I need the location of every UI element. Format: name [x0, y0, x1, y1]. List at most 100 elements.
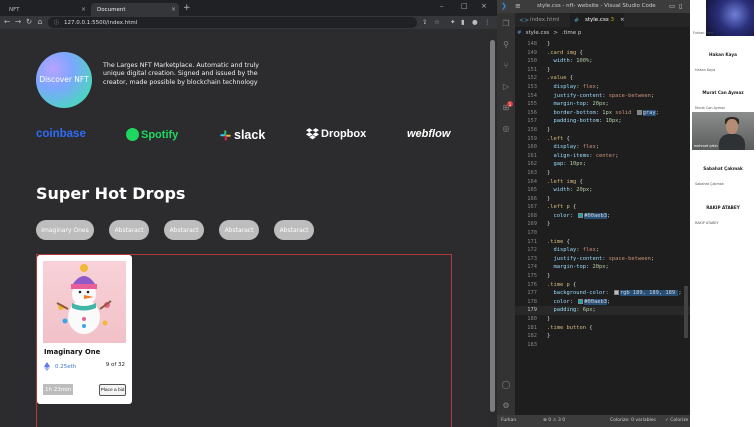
code-line[interactable]: 168 color: #00aeb3; [515, 212, 690, 221]
run-debug-icon[interactable]: ▷ [500, 80, 512, 92]
close-icon[interactable]: × [81, 6, 86, 13]
address-bar: ← → ↻ ⌂ ⓘ 127.0.0.1:5500/index.html ⇪ ☆ … [0, 16, 497, 29]
tab-style-css[interactable]: # style.css 3 × [570, 13, 625, 27]
panel-icon[interactable]: ▯ [679, 2, 683, 10]
code-line[interactable]: 183 [515, 341, 690, 350]
star-icon[interactable]: ☆ [434, 18, 440, 26]
filter-abstaract[interactable]: Abstaract [164, 220, 204, 240]
new-tab-button[interactable]: + [183, 3, 191, 14]
forward-icon[interactable]: → [13, 17, 23, 26]
scrollbar-thumb[interactable] [490, 40, 495, 412]
code-line[interactable]: 154 justify-content: space-between; [515, 92, 690, 101]
code-line[interactable]: 151} [515, 66, 690, 75]
minimize-icon[interactable]: – [440, 2, 444, 10]
layout-icon[interactable]: ▭ [669, 2, 675, 10]
filter-abstaract[interactable]: Abstaract [219, 220, 259, 240]
colorize-status[interactable]: Colorize: 0 variables [610, 418, 656, 423]
code-line[interactable]: 157 padding-bottom: 10px; [515, 117, 690, 126]
code-line[interactable]: 179 padding: 6px; [515, 306, 690, 315]
code-text: } [547, 273, 551, 280]
code-line[interactable]: 161 align-items: center; [515, 152, 690, 161]
filter-imaginary-ones[interactable]: Imaginary Ones [36, 220, 94, 240]
participant-label: Murat Can Aymaz [695, 106, 725, 110]
code-line[interactable]: 172 display: flex; [515, 246, 690, 255]
account-icon[interactable]: ◯ [500, 378, 512, 390]
profile-icon[interactable]: ● [472, 18, 478, 26]
branch-status[interactable]: Furkan [501, 418, 516, 423]
code-line[interactable]: 148} [515, 40, 690, 49]
code-line[interactable]: 165 width: 20px; [515, 186, 690, 195]
code-line[interactable]: 153 display: flex; [515, 83, 690, 92]
close-window-icon[interactable]: × [481, 2, 487, 10]
tab-label: index.html [530, 17, 560, 23]
sidebar-icon[interactable]: ▮ [461, 18, 465, 26]
settings-gear-icon[interactable]: ⚙ [500, 399, 512, 411]
code-line[interactable]: 164 .left img { [515, 178, 690, 187]
code-line[interactable]: 169} [515, 220, 690, 229]
menu-icon[interactable]: ≡ [515, 2, 521, 10]
breadcrumb-symbol[interactable]: .time p [562, 30, 581, 36]
code-line[interactable]: 180} [515, 315, 690, 324]
remote-icon[interactable]: ◎ [500, 122, 512, 134]
code-line[interactable]: 162 gap: 10px; [515, 160, 690, 169]
tab-nft[interactable]: NFT × [3, 3, 89, 16]
nft-card[interactable]: Imaginary One 0.25eth 9 of 32 1h 23min P… [37, 255, 132, 404]
breadcrumb-file[interactable]: style.css [526, 30, 550, 36]
tab-index-html[interactable]: <> index.html [515, 13, 569, 27]
code-line[interactable]: 149 .card img { [515, 49, 690, 58]
code-line[interactable]: 182} [515, 332, 690, 341]
place-bid-button[interactable]: Place a bid [99, 384, 126, 396]
extensions-icon[interactable]: ✦ [450, 18, 455, 26]
code-line[interactable]: 176 .time p { [515, 281, 690, 290]
code-text: .time button { [547, 324, 593, 331]
code-line[interactable]: 177 background-color: rgb 189, 189, 189 … [515, 289, 690, 298]
code-line[interactable]: 167 .left p { [515, 203, 690, 212]
code-line[interactable]: 181 .time button { [515, 324, 690, 333]
code-line[interactable]: 155 margin-top: 20px; [515, 100, 690, 109]
code-line[interactable]: 159 .left { [515, 135, 690, 144]
code-line[interactable]: 163} [515, 169, 690, 178]
editor-scrollbar[interactable] [684, 286, 688, 338]
explorer-icon[interactable]: ❐ [500, 17, 512, 29]
code-line[interactable]: 170 [515, 229, 690, 238]
webflow-logo: webflow [407, 128, 450, 140]
close-icon[interactable]: × [620, 17, 625, 23]
filter-abstaract[interactable]: Abstaract [274, 220, 314, 240]
filter-abstaract[interactable]: Abstaract [109, 220, 149, 240]
reload-icon[interactable]: ↻ [24, 17, 34, 26]
code-line[interactable]: 152 .value { [515, 74, 690, 83]
participant-video: mehmet çetin [692, 112, 754, 150]
back-icon[interactable]: ← [2, 17, 12, 26]
share-icon[interactable]: ⇪ [422, 18, 427, 26]
colorize-toggle[interactable]: ✓ Colorize [665, 418, 688, 423]
code-line[interactable]: 156 border-bottom: 1px solid gray; [515, 109, 690, 118]
code-line[interactable]: 173 justify-content: space-between; [515, 255, 690, 264]
code-line[interactable]: 166} [515, 195, 690, 204]
menu-icon[interactable]: ⋮ [484, 18, 491, 26]
code-text: color: #00aeb3; [553, 212, 611, 219]
code-line[interactable]: 175} [515, 272, 690, 281]
line-number: 155 [527, 101, 537, 108]
participant-name: Furkan Eren [693, 31, 714, 35]
tab-document[interactable]: Document × [91, 3, 179, 16]
info-icon[interactable]: ⓘ [54, 19, 59, 26]
code-line[interactable]: 178 color: #00aeb3; [515, 298, 690, 307]
problems-status[interactable]: ⊗ 0 ⚠ 3 0 [543, 418, 565, 423]
code-line[interactable]: 158} [515, 126, 690, 135]
code-editor[interactable]: 148} 149 .card img {150 width: 100%; 151} 15… [515, 40, 690, 349]
code-line[interactable]: 171 .time { [515, 238, 690, 247]
discover-nft-circle[interactable]: Discover NFT [36, 52, 92, 108]
code-text: border-bottom: 1px solid gray; [553, 109, 659, 116]
code-text: justify-content: space-between; [553, 255, 655, 262]
code-line[interactable]: 160 display: flex; [515, 143, 690, 152]
code-text: color: #00aeb3; [553, 298, 611, 305]
source-control-icon[interactable]: ⑂ [500, 59, 512, 71]
home-icon[interactable]: ⌂ [35, 17, 45, 26]
css-file-icon: # [517, 30, 522, 36]
maximize-icon[interactable]: □ [461, 2, 468, 10]
url-field[interactable]: ⓘ 127.0.0.1:5500/index.html [48, 17, 417, 28]
code-line[interactable]: 150 width: 100%; [515, 57, 690, 66]
close-icon[interactable]: × [171, 6, 176, 13]
code-line[interactable]: 174 margin-top: 20px; [515, 263, 690, 272]
search-icon[interactable]: ⚲ [500, 38, 512, 50]
